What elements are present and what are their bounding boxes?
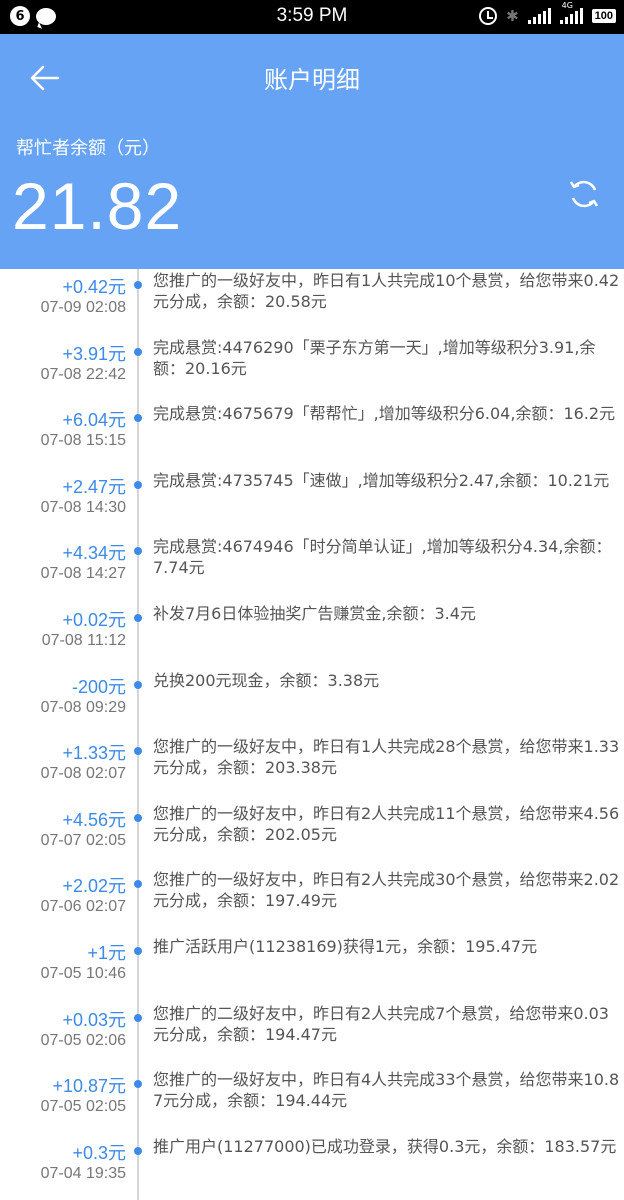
timeline-dot xyxy=(134,1080,142,1089)
transaction-row[interactable]: +4.56元 07-07 02:05 您推广的一级好友中，昨日有2人共完成11个悬赏… xyxy=(0,802,624,868)
transaction-amount: +3.91元 xyxy=(62,343,126,364)
transaction-date: 07-08 14:30 xyxy=(40,498,126,516)
transaction-row[interactable]: +10.87元 07-05 02:05 您推广的一级好友中，昨日有4人共完成33个悬… xyxy=(0,1068,624,1134)
transaction-amount: +4.56元 xyxy=(62,809,126,830)
balance-value: 21.82 xyxy=(12,169,183,243)
transaction-description: 您推广的一级好友中，昨日有1人共完成28个悬赏，给您带来1.33元分成，余额：2… xyxy=(153,737,620,778)
account-header: 账户明细 帮忙者余额（元） 21.82 xyxy=(0,34,624,269)
transaction-row[interactable]: -200元 07-08 09:29 兑换200元现金，余额：3.38元 xyxy=(0,669,624,735)
transaction-row[interactable]: +2.02元 07-06 02:07 您推广的一级好友中，昨日有2人共完成30个悬赏… xyxy=(0,868,624,934)
timeline-dot xyxy=(134,680,142,689)
transaction-description: 完成悬赏:4675679「帮帮忙」,增加等级积分6.04,余额：16.2元 xyxy=(153,404,616,424)
transaction-description: 您推广的一级好友中，昨日有2人共完成30个悬赏，给您带来2.02元分成，余额：1… xyxy=(153,870,620,911)
transaction-description: 补发7月6日体验抽奖广告赚赏金,余额：3.4元 xyxy=(153,604,476,623)
transaction-date: 07-05 02:05 xyxy=(40,1098,126,1116)
transaction-amount: +4.34元 xyxy=(62,543,126,564)
transaction-amount: +0.3元 xyxy=(72,1142,126,1163)
transaction-row[interactable]: +0.02元 07-08 11:12 补发7月6日体验抽奖广告赚赏金,余额：3.4元 xyxy=(0,602,624,668)
signal-strength-icon xyxy=(527,8,551,24)
transaction-amount: +0.42元 xyxy=(62,277,126,297)
transaction-description: 推广用户(11277000)已成功登录，获得0.3元，余额：183.57元 xyxy=(153,1136,617,1156)
transaction-description: 完成悬赏:4674946「时分简单认证」,增加等级积分4.34,余额：7.74元 xyxy=(153,537,612,578)
transaction-description: 您推广的一级好友中，昨日有4人共完成33个悬赏，给您带来10.87元分成，余额：… xyxy=(153,1070,620,1111)
timeline-dot xyxy=(134,480,142,489)
battery-icon: 100 xyxy=(591,9,616,23)
system-icons: ✱ 4G 100 xyxy=(479,1,616,25)
timeline-dot xyxy=(134,747,142,756)
alarm-clock-icon xyxy=(479,7,498,25)
timeline-dot xyxy=(134,547,142,556)
transaction-date: 07-08 14:27 xyxy=(40,565,126,583)
status-bar: 6 3:59 PM ✱ 4G 100 xyxy=(0,0,624,34)
transaction-amount: +0.02元 xyxy=(62,610,126,630)
transaction-date: 07-04 19:35 xyxy=(40,1164,126,1182)
timeline-dot xyxy=(134,281,142,289)
timeline-dot xyxy=(134,414,142,423)
transaction-description: 完成悬赏:4476290「栗子东方第一天」,增加等级积分3.91,余额：20.1… xyxy=(153,337,596,378)
transaction-description: 您推广的一级好友中，昨日有1人共完成10个悬赏，给您带来0.42元分成，余额：2… xyxy=(153,271,620,311)
transaction-description: 兑换200元现金，余额：3.38元 xyxy=(153,670,380,690)
transaction-row[interactable]: +6.04元 07-08 15:15 完成悬赏:4675679「帮帮忙」,增加等级积… xyxy=(0,402,624,468)
timeline-dot xyxy=(134,813,142,822)
page-title: 账户明细 xyxy=(264,66,360,94)
timeline-dot xyxy=(134,1013,142,1022)
transaction-date: 07-08 22:42 xyxy=(40,365,126,383)
transaction-row[interactable]: +1.33元 07-08 02:07 您推广的一级好友中，昨日有1人共完成28个悬赏… xyxy=(0,735,624,801)
transaction-amount: +1元 xyxy=(87,943,126,963)
timeline-dot xyxy=(134,347,142,356)
transaction-amount: +2.47元 xyxy=(62,476,126,497)
transaction-row[interactable]: +0.42元 07-09 02:08 您推广的一级好友中，昨日有1人共完成10个悬赏… xyxy=(0,269,624,335)
timeline-dot xyxy=(134,1146,142,1155)
transaction-date: 07-05 10:46 xyxy=(40,965,126,982)
bluetooth-icon: ✱ xyxy=(506,7,519,25)
balance-label: 帮忙者余额（元） xyxy=(16,138,160,159)
transaction-amount: +10.87元 xyxy=(52,1076,126,1097)
transaction-amount: +2.02元 xyxy=(62,876,126,897)
network-label: 4G xyxy=(561,1,573,10)
transaction-description: 完成悬赏:4735745「速做」,增加等级积分2.47,余额：10.21元 xyxy=(153,470,610,490)
transaction-amount: +1.33元 xyxy=(62,743,126,764)
transaction-date: 07-05 02:06 xyxy=(40,1031,126,1049)
transaction-row[interactable]: +0.3元 07-04 19:35 推广用户(11277000)已成功登录，获得0.… xyxy=(0,1135,624,1200)
transaction-description: 推广活跃用户(11238169)获得1元，余额：195.47元 xyxy=(153,937,538,956)
transaction-amount: +6.04元 xyxy=(62,410,126,431)
transaction-date: 07-08 09:29 xyxy=(40,698,126,716)
refresh-icon[interactable] xyxy=(566,176,602,212)
transaction-date: 07-06 02:07 xyxy=(40,898,126,916)
transaction-amount: -200元 xyxy=(71,676,126,697)
transaction-description: 您推广的二级好友中，昨日有2人共完成7个悬赏，给您带来0.03元分成，余额：19… xyxy=(153,1003,609,1044)
transaction-row[interactable]: +0.03元 07-05 02:06 您推广的二级好友中，昨日有2人共完成7个悬赏，… xyxy=(0,1002,624,1068)
timeline-dot xyxy=(134,947,142,955)
transaction-date: 07-08 02:07 xyxy=(40,765,126,783)
transaction-list[interactable]: +0.42元 07-09 02:08 您推广的一级好友中，昨日有1人共完成10个悬赏… xyxy=(0,269,624,1200)
transaction-amount: +0.03元 xyxy=(62,1009,126,1030)
transaction-row[interactable]: +2.47元 07-08 14:30 完成悬赏:4735745「速做」,增加等级积分… xyxy=(0,469,624,535)
transaction-date: 07-07 02:05 xyxy=(40,831,126,849)
transaction-row[interactable]: +4.34元 07-08 14:27 完成悬赏:4674946「时分简单认证」,增加… xyxy=(0,535,624,601)
transaction-description: 您推广的一级好友中，昨日有2人共完成11个悬赏，给您带来4.56元分成，余额：2… xyxy=(153,803,620,844)
timeline-dot xyxy=(134,880,142,889)
transaction-row[interactable]: +3.91元 07-08 22:42 完成悬赏:4476290「栗子东方第一天」,增… xyxy=(0,336,624,402)
timeline-dot xyxy=(134,614,142,622)
network-4g-icon: 4G xyxy=(559,1,583,24)
transaction-date: 07-09 02:08 xyxy=(40,299,126,316)
transaction-date: 07-08 11:12 xyxy=(41,632,126,649)
transaction-row[interactable]: +1元 07-05 10:46 推广活跃用户(11238169)获得1元，余额：19… xyxy=(0,935,624,1001)
transaction-date: 07-08 15:15 xyxy=(40,432,126,450)
